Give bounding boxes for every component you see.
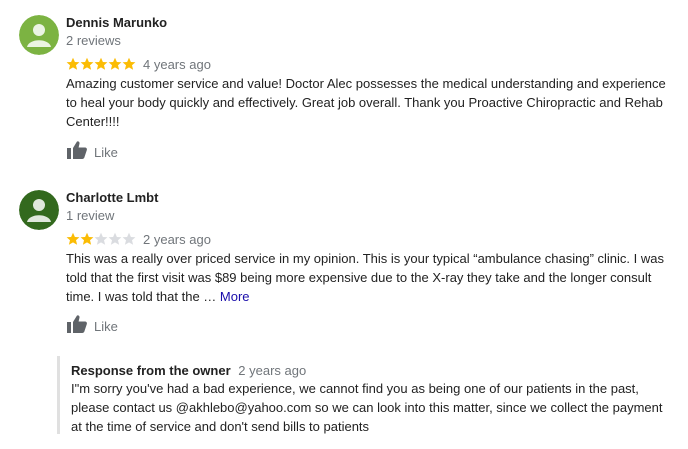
reviewer-name[interactable]: Dennis Marunko: [66, 15, 167, 30]
like-button[interactable]: Like: [66, 314, 118, 339]
review-text: Amazing customer service and value! Doct…: [66, 76, 666, 129]
star-empty-icon: [94, 232, 108, 246]
star-filled-icon: [66, 57, 80, 71]
star-empty-icon: [108, 232, 122, 246]
star-filled-icon: [66, 232, 80, 246]
like-label: Like: [94, 318, 118, 334]
like-button[interactable]: Like: [66, 140, 118, 165]
rating-row: 4 years ago: [66, 56, 211, 72]
owner-response-title: Response from the owner: [71, 363, 231, 378]
star-filled-icon: [80, 57, 94, 71]
star-empty-icon: [122, 232, 136, 246]
reviewer-name[interactable]: Charlotte Lmbt: [66, 190, 158, 205]
review-time: 2 years ago: [143, 231, 211, 247]
more-link[interactable]: More: [220, 289, 250, 304]
thumbs-up-icon: [66, 314, 88, 339]
review-text-body: This was a really over priced service in…: [66, 251, 664, 304]
like-label: Like: [94, 144, 118, 160]
rating-row: 2 years ago: [66, 231, 211, 247]
person-icon: [19, 190, 59, 230]
owner-response-text: I"m sorry you've had a bad experience, w…: [71, 381, 663, 434]
owner-response-time: 2 years ago: [238, 363, 307, 378]
thumbs-up-icon: [66, 140, 88, 165]
review-time: 4 years ago: [143, 56, 211, 72]
star-rating: [66, 232, 136, 246]
star-filled-icon: [94, 57, 108, 71]
review-count: 2 reviews: [66, 33, 121, 48]
owner-response-header: Response from the owner 2 years ago: [71, 363, 306, 378]
review-text: This was a really over priced service in…: [66, 249, 676, 306]
owner-response: Response from the owner 2 years ago I"m …: [57, 356, 680, 434]
review-count: 1 review: [66, 208, 115, 223]
star-filled-icon: [80, 232, 94, 246]
avatar[interactable]: [19, 190, 59, 230]
star-filled-icon: [122, 57, 136, 71]
person-icon: [19, 15, 59, 55]
star-filled-icon: [108, 57, 122, 71]
avatar[interactable]: [19, 15, 59, 55]
star-rating: [66, 57, 136, 71]
